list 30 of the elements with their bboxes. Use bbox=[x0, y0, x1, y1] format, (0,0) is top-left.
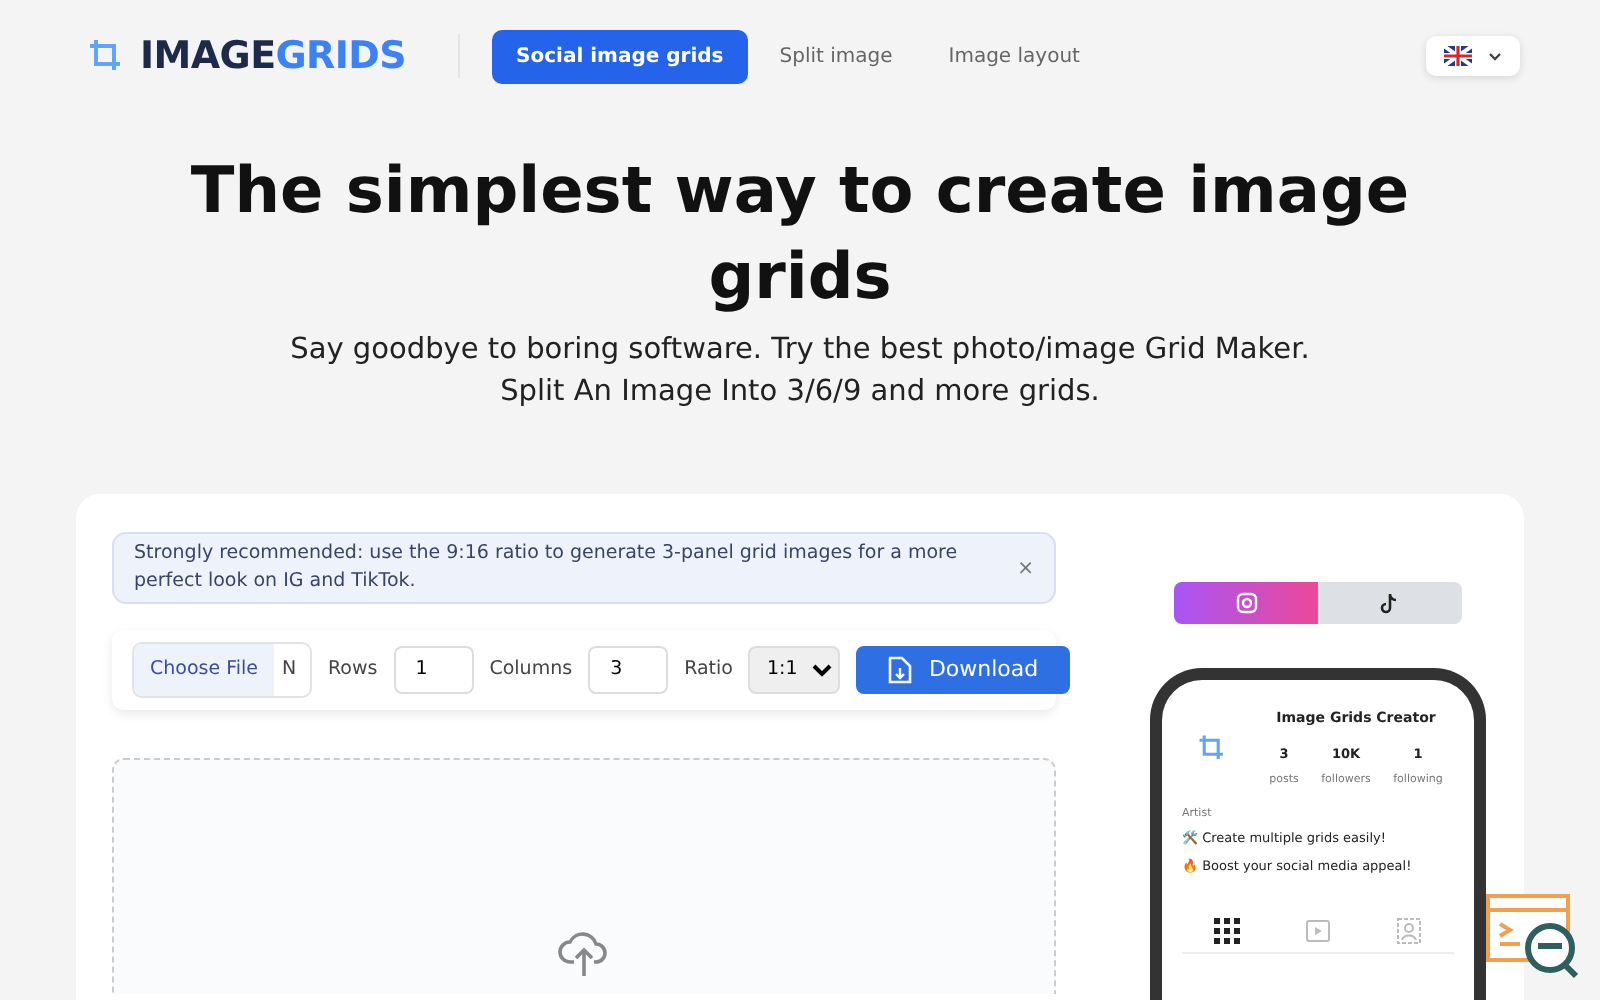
code-search-icon[interactable] bbox=[1484, 892, 1584, 980]
alert-text: Strongly recommended: use the 9:16 ratio to generate 3-panel grid images for a more perfect look on IG and TikTok. bbox=[134, 540, 960, 596]
columns-label: Columns bbox=[489, 655, 573, 684]
columns-input[interactable]: 3 bbox=[588, 645, 669, 694]
brand-logo-text[interactable]: IMAGEGRIDS bbox=[140, 27, 407, 85]
file-download-icon bbox=[888, 655, 913, 684]
hero-subtitle: Say goodbye to boring software. Try the best photo/image Grid Maker. bbox=[288, 332, 1312, 371]
hero-subtitle: Split An Image Into 3/6/9 and more grids. bbox=[498, 374, 1102, 413]
video-icon bbox=[1305, 919, 1330, 942]
nav-tab[interactable]: Social image grids bbox=[492, 29, 748, 83]
language-selector[interactable] bbox=[1426, 36, 1520, 76]
download-button[interactable]: Download bbox=[856, 645, 1071, 695]
crop-logo-icon bbox=[88, 38, 124, 74]
ratio-select[interactable]: 1:1 bbox=[748, 645, 841, 694]
close-button[interactable]: × bbox=[1017, 556, 1034, 586]
file-input[interactable]: Choose File N bbox=[132, 641, 312, 698]
chevron-down-icon bbox=[1488, 51, 1502, 61]
rows-label: Rows bbox=[328, 655, 378, 684]
flag-icon bbox=[1444, 46, 1472, 66]
hero-title: The simplest way to create image grids bbox=[188, 150, 1412, 318]
instagram-icon bbox=[1235, 592, 1257, 615]
nav-tab[interactable]: Split image bbox=[755, 29, 917, 83]
platform-tab[interactable] bbox=[1174, 582, 1318, 625]
rows-input[interactable]: 1 bbox=[393, 645, 474, 694]
tiktok-icon bbox=[1380, 592, 1400, 615]
crop-logo-icon bbox=[1198, 734, 1226, 763]
grid-icon bbox=[1214, 917, 1241, 944]
tagged-person-icon bbox=[1395, 917, 1422, 944]
nav-tab[interactable]: Image layout bbox=[924, 29, 1104, 83]
ratio-label: Ratio bbox=[684, 655, 733, 684]
